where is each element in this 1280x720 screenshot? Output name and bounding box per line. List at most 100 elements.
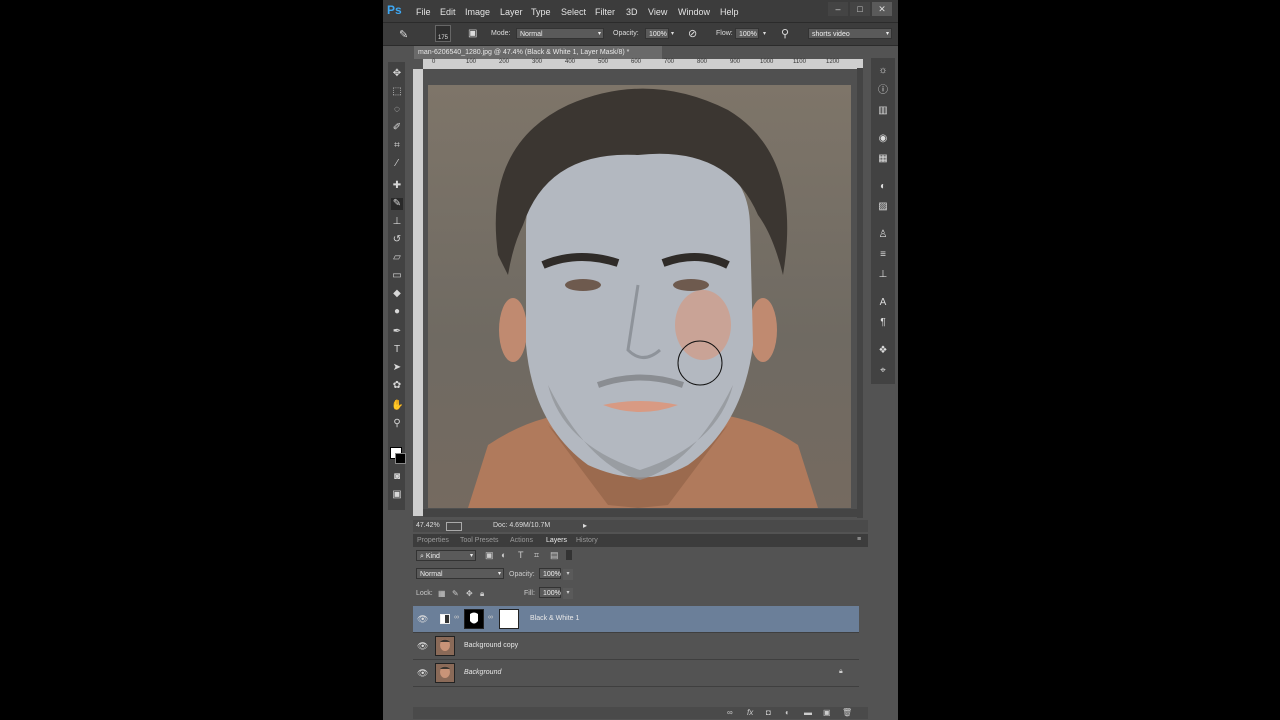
minimize-button[interactable]: –	[828, 2, 848, 16]
lock-position-icon[interactable]: ✥	[466, 589, 473, 598]
fill-field[interactable]: 100%	[539, 587, 561, 598]
paths-icon[interactable]: ⌖	[877, 365, 889, 377]
menu-3d[interactable]: 3D	[626, 7, 638, 17]
blend-mode-select[interactable]: Normal ▾	[416, 568, 504, 579]
layer-row-background-copy[interactable]: 👁︎ Background copy	[413, 633, 859, 660]
opacity-dropdown-icon[interactable]: ▾	[671, 30, 674, 37]
menu-edit[interactable]: Edit	[440, 7, 456, 17]
tab-properties[interactable]: Properties	[417, 537, 449, 544]
filter-pixel-icon[interactable]: ▣	[485, 550, 494, 561]
brush-tool-icon[interactable]: ✎	[391, 198, 403, 210]
zoom-level[interactable]: 47.42%	[416, 522, 440, 529]
filter-adjustment-icon[interactable]: ◐	[501, 550, 506, 560]
new-layer-icon[interactable]: ▣	[823, 708, 831, 717]
tool-presets-icon[interactable]: ⊥	[877, 269, 889, 281]
type-tool-icon[interactable]: T	[391, 344, 403, 356]
dodge-tool-icon[interactable]: ●	[391, 306, 403, 318]
brush-panel-icon[interactable]: ▣	[468, 28, 477, 39]
marquee-tool-icon[interactable]: ⬚	[391, 86, 403, 98]
menu-window[interactable]: Window	[678, 7, 710, 17]
filter-type-icon[interactable]: T	[518, 550, 524, 560]
pressure-opacity-icon[interactable]: ⊘	[688, 27, 697, 40]
screen-mode-icon[interactable]: ▣	[391, 489, 403, 501]
menu-layer[interactable]: Layer	[500, 7, 523, 17]
lock-pixels-icon[interactable]: ✎	[452, 589, 459, 598]
menu-select[interactable]: Select	[561, 7, 586, 17]
airbrush-icon[interactable]: ⚲	[781, 27, 789, 40]
flow-dropdown-icon[interactable]: ▾	[763, 30, 766, 37]
paragraph-icon[interactable]: ¶	[877, 317, 889, 329]
fill-dropdown-icon[interactable]: ▾	[563, 588, 573, 599]
eye-icon[interactable]: 👁︎	[417, 668, 428, 678]
menu-help[interactable]: Help	[720, 7, 739, 17]
eyedropper-tool-icon[interactable]: ⁄	[391, 158, 403, 170]
add-mask-icon[interactable]: ◘	[766, 708, 771, 717]
layer-style-icon[interactable]: fx	[747, 708, 753, 717]
menu-type[interactable]: Type	[531, 7, 551, 17]
shape-tool-icon[interactable]: ✿	[391, 380, 403, 392]
brush-tool-icon[interactable]: ✎	[399, 28, 408, 41]
histogram-icon[interactable]: ▥	[877, 105, 889, 117]
menu-image[interactable]: Image	[465, 7, 490, 17]
eye-icon[interactable]: 👁︎	[417, 614, 428, 624]
quick-mask-icon[interactable]: ◙	[391, 471, 403, 483]
tab-actions[interactable]: Actions	[510, 537, 533, 544]
color-icon[interactable]: ◉	[877, 133, 889, 145]
layer-mask-thumbnail-white[interactable]	[499, 609, 519, 629]
lasso-tool-icon[interactable]: ◌	[391, 104, 403, 116]
crop-tool-icon[interactable]: ⌗	[391, 140, 403, 152]
blur-tool-icon[interactable]: ◆	[391, 288, 403, 300]
info-icon[interactable]: ⓘ	[877, 85, 889, 97]
adjustments-icon[interactable]: ☼	[877, 65, 889, 77]
layer-opacity-dropdown-icon[interactable]: ▾	[563, 569, 573, 580]
swatches-icon[interactable]: ▦	[877, 153, 889, 165]
status-menu-arrow-icon[interactable]: ▸	[583, 521, 587, 530]
filter-smart-object-icon[interactable]: ▤	[550, 550, 559, 561]
tab-layers[interactable]: Layers	[546, 537, 567, 544]
flow-field[interactable]: 100%	[735, 28, 759, 39]
character-icon[interactable]: A	[877, 297, 889, 309]
move-tool-icon[interactable]: ✥	[391, 68, 403, 80]
eye-icon[interactable]: 👁︎	[417, 641, 428, 651]
path-selection-tool-icon[interactable]: ➤	[391, 362, 403, 374]
gradient-tool-icon[interactable]: ▭	[391, 270, 403, 282]
filter-toggle[interactable]	[566, 550, 572, 560]
layer-mask-thumbnail[interactable]	[464, 609, 484, 629]
horizontal-scrollbar[interactable]	[423, 509, 863, 517]
close-button[interactable]: ✕	[872, 2, 892, 16]
clone-stamp-tool-icon[interactable]: ⊥	[391, 216, 403, 228]
maximize-button[interactable]: □	[850, 2, 870, 16]
delete-layer-icon[interactable]: 🗑︎	[842, 708, 852, 717]
menu-filter[interactable]: Filter	[595, 7, 615, 17]
quick-select-tool-icon[interactable]: ✐	[391, 122, 403, 134]
tab-tool-presets[interactable]: Tool Presets	[460, 537, 499, 544]
hand-tool-icon[interactable]: ✋	[391, 400, 403, 412]
lock-all-icon[interactable]: 🔒︎	[480, 589, 484, 599]
clone-source-icon[interactable]: ♙	[877, 229, 889, 241]
filter-kind-select[interactable]: ⌕ Kind ▾	[416, 550, 476, 561]
styles-icon[interactable]: ◐	[877, 181, 889, 193]
filter-shape-icon[interactable]: ⌗	[534, 550, 539, 561]
brush-presets-icon[interactable]: ≡	[877, 249, 889, 261]
status-info-icon[interactable]	[446, 522, 462, 531]
mode-select[interactable]: Normal ▾	[516, 28, 604, 39]
link-layers-icon[interactable]: ∞	[727, 708, 733, 717]
eraser-tool-icon[interactable]: ▱	[391, 252, 403, 264]
layer-opacity-field[interactable]: 100%	[539, 568, 561, 579]
lock-transparent-icon[interactable]: ▦	[438, 589, 446, 598]
background-color-swatch[interactable]	[395, 453, 406, 464]
layer-row-background[interactable]: 👁︎ Background 🔒︎	[413, 660, 859, 687]
document-tab[interactable]: man-6206540_1280.jpg @ 47.4% (Black & Wh…	[414, 46, 662, 59]
brush-preset-picker[interactable]: 175	[435, 25, 451, 42]
pen-tool-icon[interactable]: ✒	[391, 326, 403, 338]
workspace-select[interactable]: shorts video ▾	[808, 28, 892, 39]
canvas-area[interactable]	[423, 69, 863, 516]
3d-icon[interactable]: ❖	[877, 345, 889, 357]
menu-view[interactable]: View	[648, 7, 667, 17]
history-brush-tool-icon[interactable]: ↺	[391, 234, 403, 246]
zoom-tool-icon[interactable]: ⚲	[391, 418, 403, 430]
healing-brush-tool-icon[interactable]: ✚	[391, 180, 403, 192]
new-group-icon[interactable]: ▬	[804, 708, 812, 717]
menu-file[interactable]: File	[416, 7, 431, 17]
new-adjustment-icon[interactable]: ◐	[785, 708, 790, 717]
